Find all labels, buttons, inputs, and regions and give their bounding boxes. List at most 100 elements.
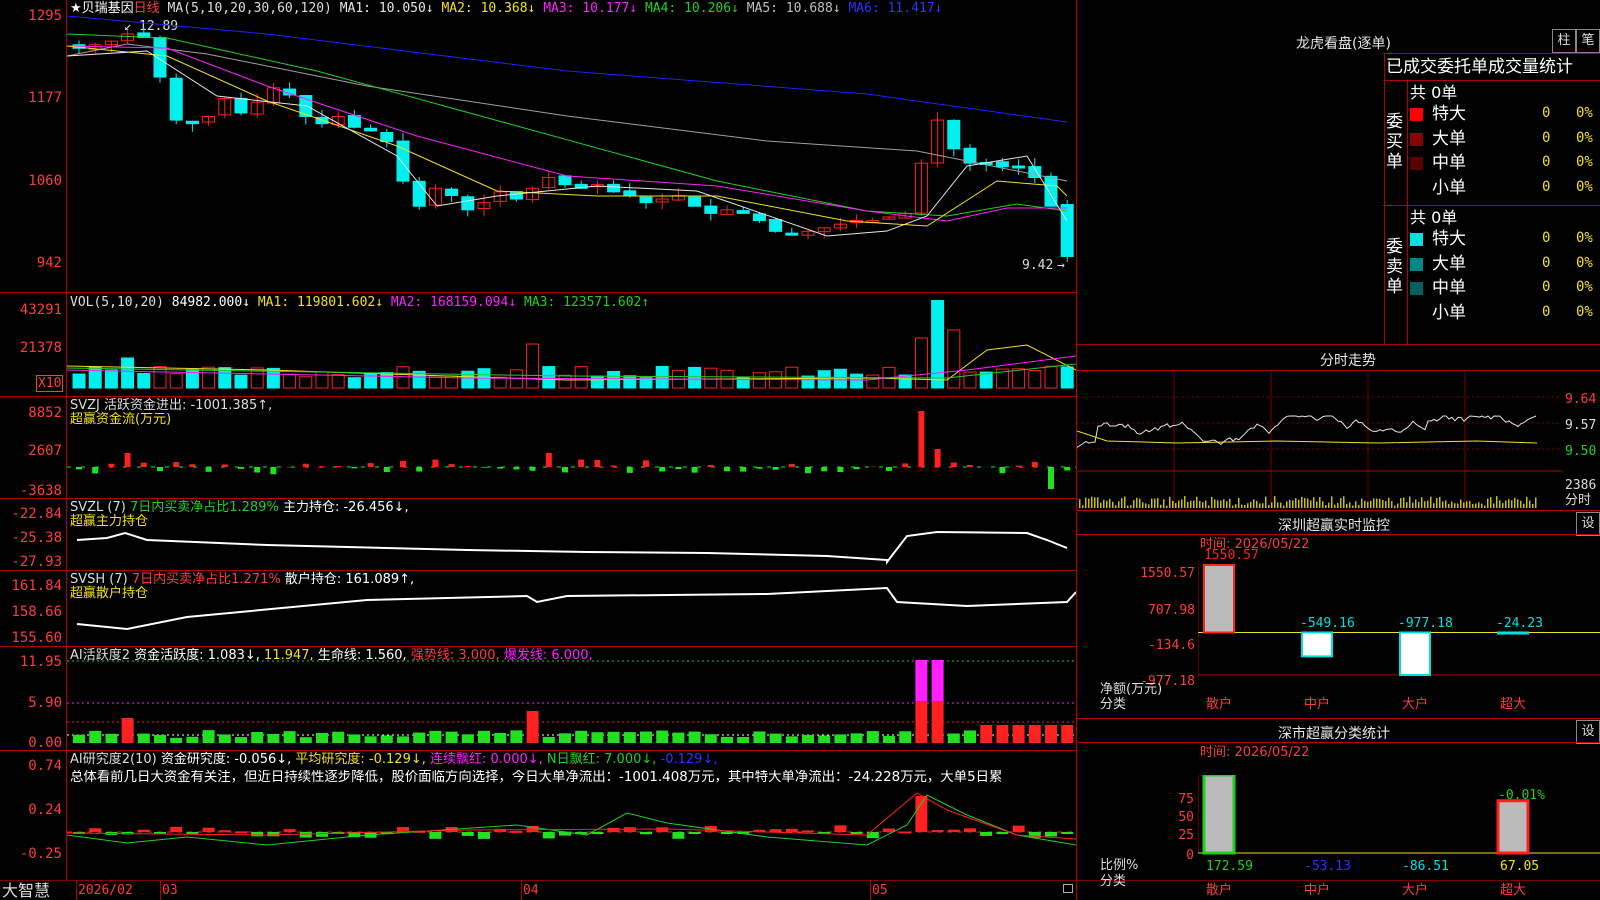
classify-category: 散户 [1206, 883, 1233, 898]
fs-vol-bar [1133, 500, 1135, 508]
svzj-bar [675, 467, 682, 470]
volume-chart [67, 300, 1076, 389]
svzj-bar [724, 467, 730, 472]
fs-vol-bar [1364, 500, 1366, 508]
research-bar [672, 832, 685, 839]
fs-vol-bar [1277, 502, 1279, 508]
fs-vol-bar [1211, 496, 1213, 508]
mon-sep [1077, 510, 1600, 511]
research-bar [980, 832, 993, 836]
activity-bar [267, 733, 280, 743]
vol-ytick: 21378 [19, 340, 62, 356]
fs-vol-bar [1166, 505, 1168, 508]
fs-vol-bar [1139, 498, 1141, 508]
svzj-bar [562, 467, 568, 473]
candle-body [153, 37, 167, 78]
fs-vol-bar [1163, 499, 1165, 508]
svzj-bar [416, 467, 423, 472]
fs-vol-bar [1448, 503, 1450, 508]
mon-ylabel: 净额(万元) [1100, 682, 1163, 697]
fenshi-chart[interactable] [1077, 371, 1562, 508]
fs-vol-bar [1373, 498, 1375, 508]
classify-settings-button[interactable]: 设 [1576, 720, 1600, 744]
sep-3 [0, 498, 1076, 499]
mon-ytick: -134.6 [1148, 638, 1195, 653]
monitor-settings-button[interactable]: 设 [1576, 512, 1600, 536]
fs-vol-bar [1232, 505, 1234, 508]
research-bar [251, 832, 264, 837]
classify-chart [1198, 775, 1600, 855]
fs-vol-bar [1118, 501, 1120, 508]
research-bar [542, 832, 555, 839]
activity-bar [89, 730, 102, 743]
fs-vol-bar [1247, 503, 1249, 508]
sep-4 [0, 570, 1076, 571]
ai1-ytick: 11.95 [19, 654, 62, 670]
ai2-ytick: -0.25 [19, 846, 62, 862]
svzj-bar [643, 460, 649, 467]
fs-vol-bar [1394, 505, 1396, 508]
volume-bar [801, 375, 815, 389]
fs-vol-bar [1520, 500, 1522, 508]
candlestick-chart[interactable] [67, 16, 1076, 292]
activity-bar [364, 736, 377, 743]
bar-view-button[interactable]: 柱 [1552, 29, 1576, 53]
period-label[interactable]: 日线 [134, 1, 160, 16]
activity-bar [672, 732, 685, 743]
order-count: 0 [1542, 105, 1551, 121]
research-bar [316, 832, 328, 837]
tick-view-button[interactable]: 笔 [1576, 29, 1600, 53]
research-bar [931, 830, 944, 833]
vol-unit[interactable]: X10 [36, 375, 64, 392]
ma6-line [67, 16, 1068, 123]
ai2-ytick: 0.74 [28, 758, 62, 774]
activity-bar [170, 737, 183, 743]
activity-bar [834, 734, 847, 743]
svzj-bar [545, 453, 552, 467]
fs-vol-bar [1142, 502, 1144, 508]
candle-body [1012, 165, 1026, 169]
svzj-bar [659, 467, 666, 472]
volume-bar [347, 377, 361, 389]
fs-vol-bar [1112, 501, 1114, 508]
legend-swatch [1410, 132, 1423, 146]
activity-bar [348, 734, 361, 743]
activity-bar [899, 731, 912, 743]
order-percent: 0% [1576, 105, 1593, 121]
fs-vol-bar [1097, 497, 1099, 508]
activity-bar [753, 731, 766, 743]
sep-bottom [0, 880, 1600, 881]
fs-vol-bar [1442, 501, 1444, 508]
fs-vol-bar [1157, 498, 1159, 508]
fs-vol-bar [1331, 496, 1333, 508]
research-bar [1061, 832, 1074, 834]
fs-vol-bar [1196, 496, 1198, 508]
fs-vol-bar [1415, 499, 1417, 508]
monitor-value-label: -549.16 [1300, 616, 1355, 631]
svzj-bar [578, 459, 585, 467]
cls-ylabel: 比例% [1100, 858, 1139, 873]
lock-icon[interactable] [1063, 884, 1073, 893]
monitor-bar [1399, 631, 1431, 676]
fs-vol-bar [1310, 500, 1312, 508]
candle-body [445, 188, 459, 196]
fs-vol-bar [1175, 503, 1177, 508]
volume-bar [590, 375, 604, 389]
fs-vol-bar [1244, 504, 1246, 508]
activity-bar [73, 734, 85, 743]
activity-bar [299, 737, 312, 743]
svzj-bar [383, 467, 390, 472]
fs-vol-bar [1307, 498, 1309, 508]
svzj-bar [756, 467, 763, 469]
activity-bar [737, 736, 750, 743]
activity-bar [121, 718, 134, 743]
stock-name[interactable]: ★贝瑞基因 [70, 1, 134, 16]
buy-label: 委买单 [1386, 112, 1403, 172]
activity-bar [397, 736, 409, 743]
activity-bar [478, 730, 490, 743]
candle-body [1060, 204, 1074, 257]
svzj-bar [1031, 461, 1038, 467]
fs-vol-bar [1259, 503, 1261, 508]
candle-body [947, 119, 961, 150]
activity-bar [640, 731, 652, 743]
